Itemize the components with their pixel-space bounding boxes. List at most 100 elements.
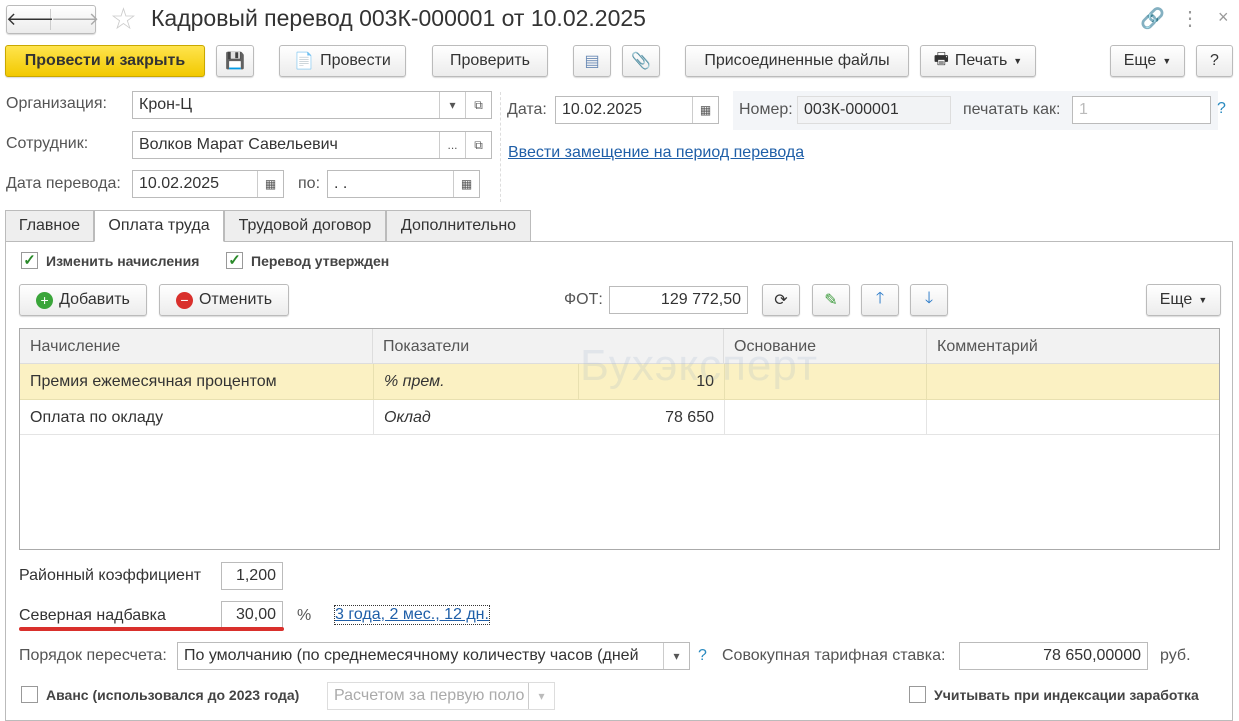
chevron-down-icon: ▼ bbox=[1198, 295, 1208, 305]
tab-contract[interactable]: Трудовой договор bbox=[224, 210, 386, 242]
substitution-link[interactable]: Ввести замещение на период перевода bbox=[508, 144, 804, 162]
tariff-rate-value: 78 650,00000 bbox=[1043, 647, 1141, 664]
open-icon[interactable]: ⧉ bbox=[465, 92, 491, 118]
save-button[interactable]: 💾 bbox=[216, 45, 254, 77]
help-button[interactable]: ? bbox=[1196, 45, 1233, 77]
to-date-value: . . bbox=[334, 175, 348, 192]
refresh-button[interactable]: ⟳ bbox=[762, 284, 800, 316]
indexation-checkbox[interactable] bbox=[909, 686, 926, 703]
more-button[interactable]: Еще ▼ bbox=[1110, 45, 1185, 77]
chevron-down-icon: ▼ bbox=[1013, 56, 1023, 66]
table-more-button[interactable]: Еще ▼ bbox=[1146, 284, 1221, 316]
organization-label: Организация: bbox=[6, 95, 107, 112]
cancel-button[interactable]: − Отменить bbox=[159, 284, 289, 316]
attached-files-label: Присоединенные файлы bbox=[704, 52, 890, 69]
date-label: Дата: bbox=[507, 101, 547, 118]
add-button[interactable]: + Добавить bbox=[19, 284, 147, 316]
transfer-date-field[interactable]: 10.02.2025 ▦ bbox=[132, 170, 284, 198]
number-field[interactable]: 003К-000001 bbox=[797, 96, 951, 124]
list-icon: ▤ bbox=[584, 53, 600, 70]
change-accruals-label: Изменить начисления bbox=[46, 253, 200, 269]
accruals-table[interactable]: Начисление Показатели Основание Коммента… bbox=[19, 328, 1220, 550]
recalc-order-label: Порядок пересчета: bbox=[19, 647, 167, 664]
tariff-rate-label: Совокупная тарифная ставка: bbox=[722, 647, 946, 664]
north-seniority-link[interactable]: 3 года, 2 мес., 12 дн. bbox=[334, 605, 490, 625]
select-button[interactable]: ... bbox=[439, 132, 465, 158]
advance-checkbox[interactable] bbox=[21, 686, 38, 703]
plus-circle-icon: + bbox=[36, 291, 54, 309]
number-label: Номер: bbox=[739, 101, 793, 118]
post-and-close-label: Провести и закрыть bbox=[24, 52, 186, 69]
favorite-star-icon[interactable]: ☆ bbox=[110, 2, 137, 37]
table-row[interactable]: Оплата по окладу Оклад 78 650 bbox=[20, 400, 1219, 435]
north-allowance-field[interactable]: 30,00 bbox=[221, 601, 283, 629]
fot-field[interactable]: 129 772,50 bbox=[609, 286, 748, 314]
divider bbox=[500, 92, 501, 202]
arrow-down-icon: 🡓 bbox=[924, 289, 934, 307]
link-icon[interactable]: 🔗 bbox=[1140, 6, 1165, 31]
post-icon: 📄 bbox=[294, 53, 315, 70]
date-value: 10.02.2025 bbox=[562, 101, 643, 118]
district-coefficient-value: 1,200 bbox=[235, 567, 276, 584]
column-header[interactable]: Комментарий bbox=[927, 329, 1219, 364]
back-arrow-icon[interactable]: 🡐 bbox=[6, 9, 54, 30]
dropdown-icon[interactable]: ▾ bbox=[663, 643, 689, 669]
print-label: Печать bbox=[954, 52, 1008, 69]
calendar-icon[interactable]: ▦ bbox=[453, 171, 479, 197]
organization-field[interactable]: Крон-Ц ▾ ⧉ bbox=[132, 91, 492, 119]
column-header[interactable]: Начисление bbox=[20, 329, 373, 364]
organization-value: Крон-Ц bbox=[139, 96, 193, 113]
check-button[interactable]: Проверить bbox=[432, 45, 548, 77]
north-allowance-value: 30,00 bbox=[235, 606, 276, 623]
attach-button[interactable]: 📎 bbox=[622, 45, 660, 77]
tab-main[interactable]: Главное bbox=[5, 210, 94, 242]
to-date-field[interactable]: . . ▦ bbox=[327, 170, 480, 198]
employee-label: Сотрудник: bbox=[6, 135, 89, 152]
move-down-button[interactable]: 🡓 bbox=[910, 284, 948, 316]
employee-field[interactable]: Волков Марат Савельевич ... ⧉ bbox=[132, 131, 492, 159]
dropdown-icon[interactable]: ▾ bbox=[528, 683, 554, 709]
forward-arrow-icon[interactable]: 🡒 bbox=[51, 9, 99, 30]
close-icon[interactable]: × bbox=[1218, 7, 1229, 28]
calendar-icon[interactable]: ▦ bbox=[257, 171, 283, 197]
district-coefficient-label: Районный коэффициент bbox=[19, 567, 202, 584]
tab-payment[interactable]: Оплата труда bbox=[94, 210, 224, 242]
tab-additional[interactable]: Дополнительно bbox=[386, 210, 531, 242]
dropdown-icon[interactable]: ▾ bbox=[439, 92, 465, 118]
recalc-order-select[interactable]: По умолчанию (по среднемесячному количес… bbox=[177, 642, 690, 670]
pencil-icon: ✎ bbox=[824, 292, 838, 309]
tariff-rate-field[interactable]: 78 650,00000 bbox=[959, 642, 1148, 670]
more-vertical-icon[interactable]: ⋮ bbox=[1180, 6, 1200, 31]
approved-checkbox[interactable]: ✓ bbox=[226, 252, 243, 269]
date-field[interactable]: 10.02.2025 ▦ bbox=[555, 96, 719, 124]
post-button[interactable]: 📄 Провести bbox=[279, 45, 406, 77]
print-as-label: печатать как: bbox=[963, 101, 1061, 118]
help-icon[interactable]: ? bbox=[698, 647, 707, 665]
calendar-icon[interactable]: ▦ bbox=[692, 97, 718, 123]
help-label: ? bbox=[1210, 52, 1219, 69]
transfer-date-label: Дата перевода: bbox=[6, 175, 121, 192]
refresh-icon: ⟳ bbox=[774, 292, 788, 309]
change-accruals-checkbox[interactable]: ✓ bbox=[21, 252, 38, 269]
print-button[interactable]: 🖶 Печать ▼ bbox=[920, 45, 1036, 77]
comment-cell bbox=[927, 400, 1219, 435]
basis-cell bbox=[724, 400, 927, 435]
more-label: Еще bbox=[1123, 52, 1157, 69]
advance-select[interactable]: Расчетом за первую поло ▾ bbox=[327, 682, 555, 710]
list-button[interactable]: ▤ bbox=[573, 45, 611, 77]
fot-value: 129 772,50 bbox=[660, 291, 741, 308]
open-icon[interactable]: ⧉ bbox=[465, 132, 491, 158]
move-up-button[interactable]: 🡑 bbox=[861, 284, 899, 316]
minus-circle-icon: − bbox=[175, 291, 193, 309]
print-as-value: 1 bbox=[1079, 101, 1088, 118]
advance-label: Аванс (использовался до 2023 года) bbox=[46, 687, 300, 703]
check-label: Проверить bbox=[449, 52, 530, 69]
rub-label: руб. bbox=[1160, 647, 1191, 664]
attached-files-button[interactable]: Присоединенные файлы bbox=[685, 45, 909, 77]
district-coefficient-field[interactable]: 1,200 bbox=[221, 562, 283, 590]
highlight-underline bbox=[19, 627, 284, 631]
help-icon[interactable]: ? bbox=[1217, 100, 1226, 118]
print-as-field[interactable]: 1 bbox=[1072, 96, 1211, 124]
edit-button[interactable]: ✎ bbox=[812, 284, 850, 316]
post-and-close-button[interactable]: Провести и закрыть bbox=[5, 45, 205, 77]
